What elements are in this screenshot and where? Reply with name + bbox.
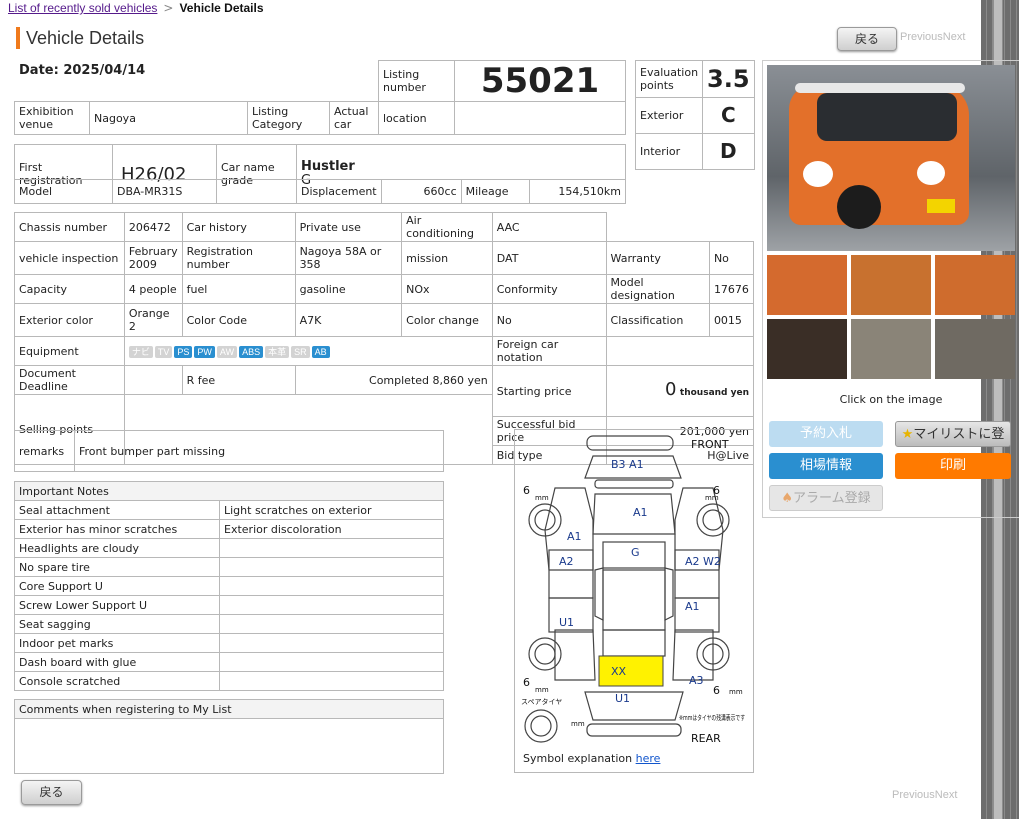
prev-next-bottom[interactable]: PreviousNext <box>892 789 957 801</box>
star-icon: ★ <box>901 427 914 442</box>
mileage: 154,510km <box>528 179 627 204</box>
venue-table: Exhibition venue Nagoya Listing Category… <box>14 101 626 135</box>
thumb-4[interactable] <box>767 319 847 379</box>
thumb-3[interactable] <box>935 255 1015 315</box>
main-vehicle-photo[interactable] <box>767 65 1015 251</box>
equipment-tag: TV <box>154 345 173 358</box>
prev-next-top[interactable]: PreviousNext <box>900 31 965 43</box>
r-fee: Completed 8,860 yen <box>294 365 493 395</box>
svg-text:G: G <box>631 546 640 559</box>
svg-text:mm: mm <box>705 494 719 502</box>
note-row: No spare tire <box>14 557 444 577</box>
listing-number: 55021 <box>454 60 626 102</box>
equipment-tags: ナビ TV PS PW AW ABS 本革 SR AB <box>123 336 493 366</box>
page-title: Vehicle Details <box>16 27 144 49</box>
breadcrumb-link[interactable]: List of recently sold vehicles <box>8 1 157 15</box>
svg-text:A2 W2: A2 W2 <box>685 555 721 568</box>
listing-table: Listing number 55021 <box>378 60 626 102</box>
car-diagram: B3 A1 A1 A1 A2 U1 G A2 W2 A1 A3 XX U1 FR… <box>521 435 745 745</box>
add-mylist-button[interactable]: ★マイリストに登録 <box>895 421 1011 468</box>
specs-table: Chassis number 206472 Car history Private … <box>14 212 755 465</box>
exterior-grade: C <box>702 97 755 134</box>
date: Date: 2025/04/14 <box>19 63 146 78</box>
symbol-explanation-link[interactable]: here <box>636 752 661 765</box>
important-notes-table: Important Notes Seal attachment Light scr… <box>14 481 444 691</box>
svg-text:6: 6 <box>713 684 720 697</box>
svg-text:XX: XX <box>611 665 627 678</box>
note-row: Indoor pet marks <box>14 633 444 653</box>
interior-grade: D <box>702 133 755 170</box>
model-table: Model DBA-MR31S Displacement 660cc Milea… <box>14 179 627 204</box>
equipment-tag: AB <box>311 345 330 358</box>
remarks-table: remarks Front bumper part missing <box>14 430 444 472</box>
note-row: Exterior has minor scratches Exterior dis… <box>14 519 444 539</box>
svg-text:REAR: REAR <box>691 732 721 745</box>
svg-text:6: 6 <box>523 676 530 689</box>
evaluation-table: Evaluation points 3.5 Exterior C Interior D <box>634 60 755 170</box>
breadcrumb: List of recently sold vehicles > Vehicle D… <box>8 1 264 15</box>
note-row: Core Support U <box>14 576 444 596</box>
svg-text:A1: A1 <box>633 506 648 519</box>
svg-text:A1: A1 <box>567 530 582 543</box>
evaluation-score: 3.5 <box>702 60 755 98</box>
market-info-button[interactable]: 相場情報 <box>769 453 883 479</box>
bell-icon: ♠ <box>781 491 794 506</box>
svg-text:FRONT: FRONT <box>691 438 729 451</box>
symbol-explanation: Symbol explanation here <box>523 752 661 765</box>
venue-value: Nagoya <box>89 101 248 135</box>
alarm-register-button[interactable]: ♠アラーム登録 <box>769 485 883 511</box>
reserve-bid-button[interactable]: 予約入札 <box>769 421 883 447</box>
model-value: DBA-MR31S <box>112 179 297 204</box>
thumb-5[interactable] <box>851 319 931 379</box>
starting-price: 0 thousand yen <box>605 365 755 417</box>
note-row: Seal attachment Light scratches on exteri… <box>14 500 444 520</box>
inspection-diagram: B3 A1 A1 A1 A2 U1 G A2 W2 A1 A3 XX U1 FR… <box>514 429 754 773</box>
equipment-tag: SR <box>291 345 310 358</box>
print-button[interactable]: 印刷 <box>895 453 1011 479</box>
svg-text:A2: A2 <box>559 555 574 568</box>
note-row: Screw Lower Support U <box>14 595 444 615</box>
equipment-tag: ABS <box>239 345 264 358</box>
svg-text:A1: A1 <box>685 600 700 613</box>
equipment-tag: ナビ <box>128 345 153 358</box>
svg-text:mm: mm <box>535 494 549 502</box>
click-image-hint: Click on the image <box>839 393 943 406</box>
svg-text:スペアタイヤ: スペアタイヤ <box>521 697 562 706</box>
note-row: Dash board with glue <box>14 652 444 672</box>
svg-text:mm: mm <box>729 688 743 696</box>
back-button-bottom[interactable]: 戻る <box>21 780 82 805</box>
note-row: Headlights are cloudy <box>14 538 444 558</box>
svg-text:B3 A1: B3 A1 <box>611 458 644 471</box>
svg-text:U1: U1 <box>615 692 630 705</box>
thumb-2[interactable] <box>851 255 931 315</box>
comments-table: Comments when registering to My List <box>14 699 444 774</box>
note-row: Console scratched <box>14 671 444 691</box>
back-button-top[interactable]: 戻る <box>837 27 897 51</box>
svg-text:A3: A3 <box>689 674 704 687</box>
svg-text:※mmはタイヤの残溝表示です: ※mmはタイヤの残溝表示です <box>679 713 745 722</box>
svg-text:mm: mm <box>571 720 585 728</box>
thumb-1[interactable] <box>767 255 847 315</box>
displacement: 660cc <box>380 179 462 204</box>
equipment-tag: AW <box>216 345 238 358</box>
chassis-number: 206472 <box>123 212 183 242</box>
svg-text:mm: mm <box>535 686 549 694</box>
breadcrumb-current: Vehicle Details <box>179 1 264 15</box>
equipment-tag: PS <box>174 345 193 358</box>
remarks-value: Front bumper part missing <box>74 430 444 472</box>
image-panel: Click on the image 予約入札 ★マイリストに登録 相場情報 印… <box>762 60 1019 518</box>
svg-text:U1: U1 <box>559 616 574 629</box>
equipment-tag: PW <box>194 345 215 358</box>
svg-text:6: 6 <box>523 484 530 497</box>
thumb-6[interactable] <box>935 319 1015 379</box>
note-row: Seat sagging <box>14 614 444 634</box>
equipment-tag: 本革 <box>265 345 290 358</box>
